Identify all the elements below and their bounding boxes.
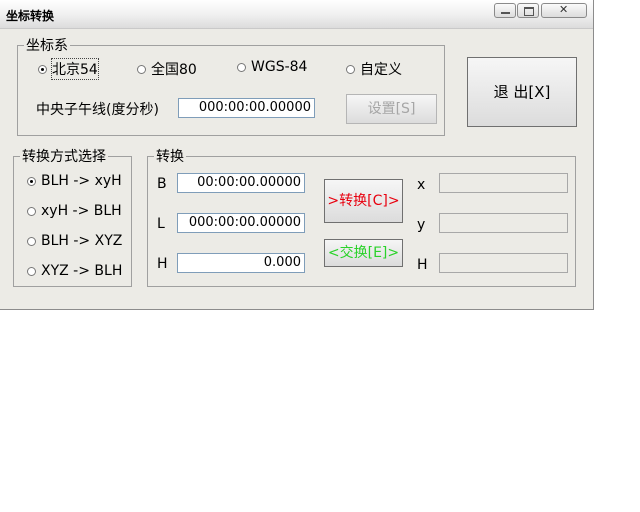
radio-national80[interactable]: 全国80 <box>137 59 197 79</box>
title-bar[interactable]: 坐标转换 <box>0 0 593 29</box>
radio-label: xyH -> BLH <box>41 203 122 219</box>
minimize-button[interactable] <box>494 3 516 18</box>
radio-label: 全国80 <box>151 62 197 78</box>
l-input[interactable]: 000:00:00.00000 <box>177 213 305 233</box>
radio-dot-icon <box>27 266 36 276</box>
radio-blh-to-xyz[interactable]: BLH -> XYZ <box>27 233 122 249</box>
radio-dot-icon <box>137 64 146 74</box>
radio-dot-icon <box>237 62 246 72</box>
radio-dot-icon <box>38 64 47 74</box>
radio-custom[interactable]: 自定义 <box>346 59 402 79</box>
radio-label: BLH -> XYZ <box>41 233 123 249</box>
h-input[interactable]: 0.000 <box>177 253 305 273</box>
window-title: 坐标转换 <box>6 9 55 23</box>
radio-xyh-to-blh[interactable]: xyH -> BLH <box>27 203 122 219</box>
y-output[interactable] <box>439 213 568 233</box>
exit-button[interactable]: 退 出[X] <box>467 57 577 127</box>
l-label: L <box>157 216 165 232</box>
close-button[interactable] <box>541 3 587 18</box>
swap-button[interactable]: <交换[E]> <box>324 239 403 267</box>
convert-button[interactable]: >转换[C]> <box>324 179 403 223</box>
radio-beijing54[interactable]: 北京54 <box>38 58 99 80</box>
main-window: 坐标转换 坐标系 北京54 全国80 WGS-84 自定义 中央子午线(度分秒)… <box>0 0 594 310</box>
radio-dot-icon <box>27 206 36 216</box>
h-output-label: H <box>417 257 428 273</box>
radio-dot-icon <box>346 64 355 74</box>
radio-label: XYZ -> BLH <box>41 263 123 279</box>
radio-wgs84[interactable]: WGS-84 <box>237 59 307 75</box>
radio-dot-icon <box>27 236 36 246</box>
set-button[interactable]: 设置[S] <box>346 94 437 124</box>
coord-system-label: 坐标系 <box>24 35 70 55</box>
radio-label: 北京54 <box>51 58 99 80</box>
central-meridian-label: 中央子午线(度分秒) <box>36 102 159 118</box>
radio-xyz-to-blh[interactable]: XYZ -> BLH <box>27 263 122 279</box>
radio-blh-to-xyh[interactable]: BLH -> xyH <box>27 173 122 189</box>
x-output[interactable] <box>439 173 568 193</box>
b-input[interactable]: 00:00:00.00000 <box>177 173 305 193</box>
radio-dot-icon <box>27 176 36 186</box>
b-label: B <box>157 176 167 192</box>
radio-label: 自定义 <box>360 62 402 78</box>
h-label: H <box>157 256 168 272</box>
y-output-label: y <box>417 217 426 233</box>
conversion-label: 转换 <box>154 146 186 166</box>
radio-label: WGS-84 <box>251 59 308 75</box>
x-output-label: x <box>417 177 426 193</box>
radio-label: BLH -> xyH <box>41 173 122 189</box>
conversion-method-label: 转换方式选择 <box>20 146 108 166</box>
maximize-button[interactable] <box>517 3 539 18</box>
h-output[interactable] <box>439 253 568 273</box>
central-meridian-input[interactable]: 000:00:00.00000 <box>178 98 315 118</box>
